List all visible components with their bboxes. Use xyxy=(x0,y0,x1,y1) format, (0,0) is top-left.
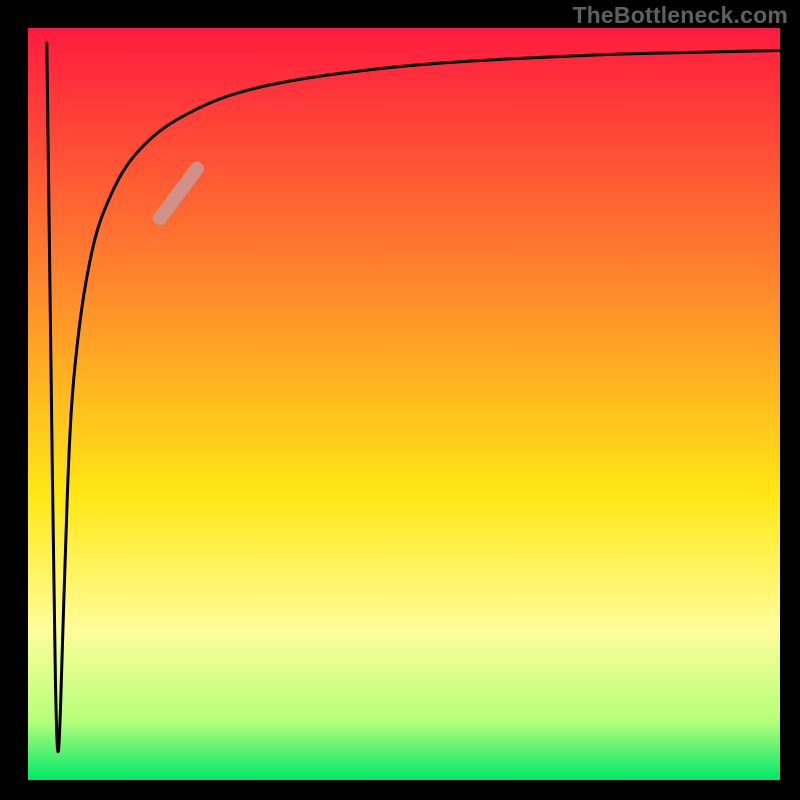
gradient-bg xyxy=(28,28,780,780)
chart-svg xyxy=(28,28,780,780)
chart-frame: TheBottleneck.com xyxy=(0,0,800,800)
plot-area xyxy=(28,28,780,780)
watermark-label: TheBottleneck.com xyxy=(572,2,788,29)
